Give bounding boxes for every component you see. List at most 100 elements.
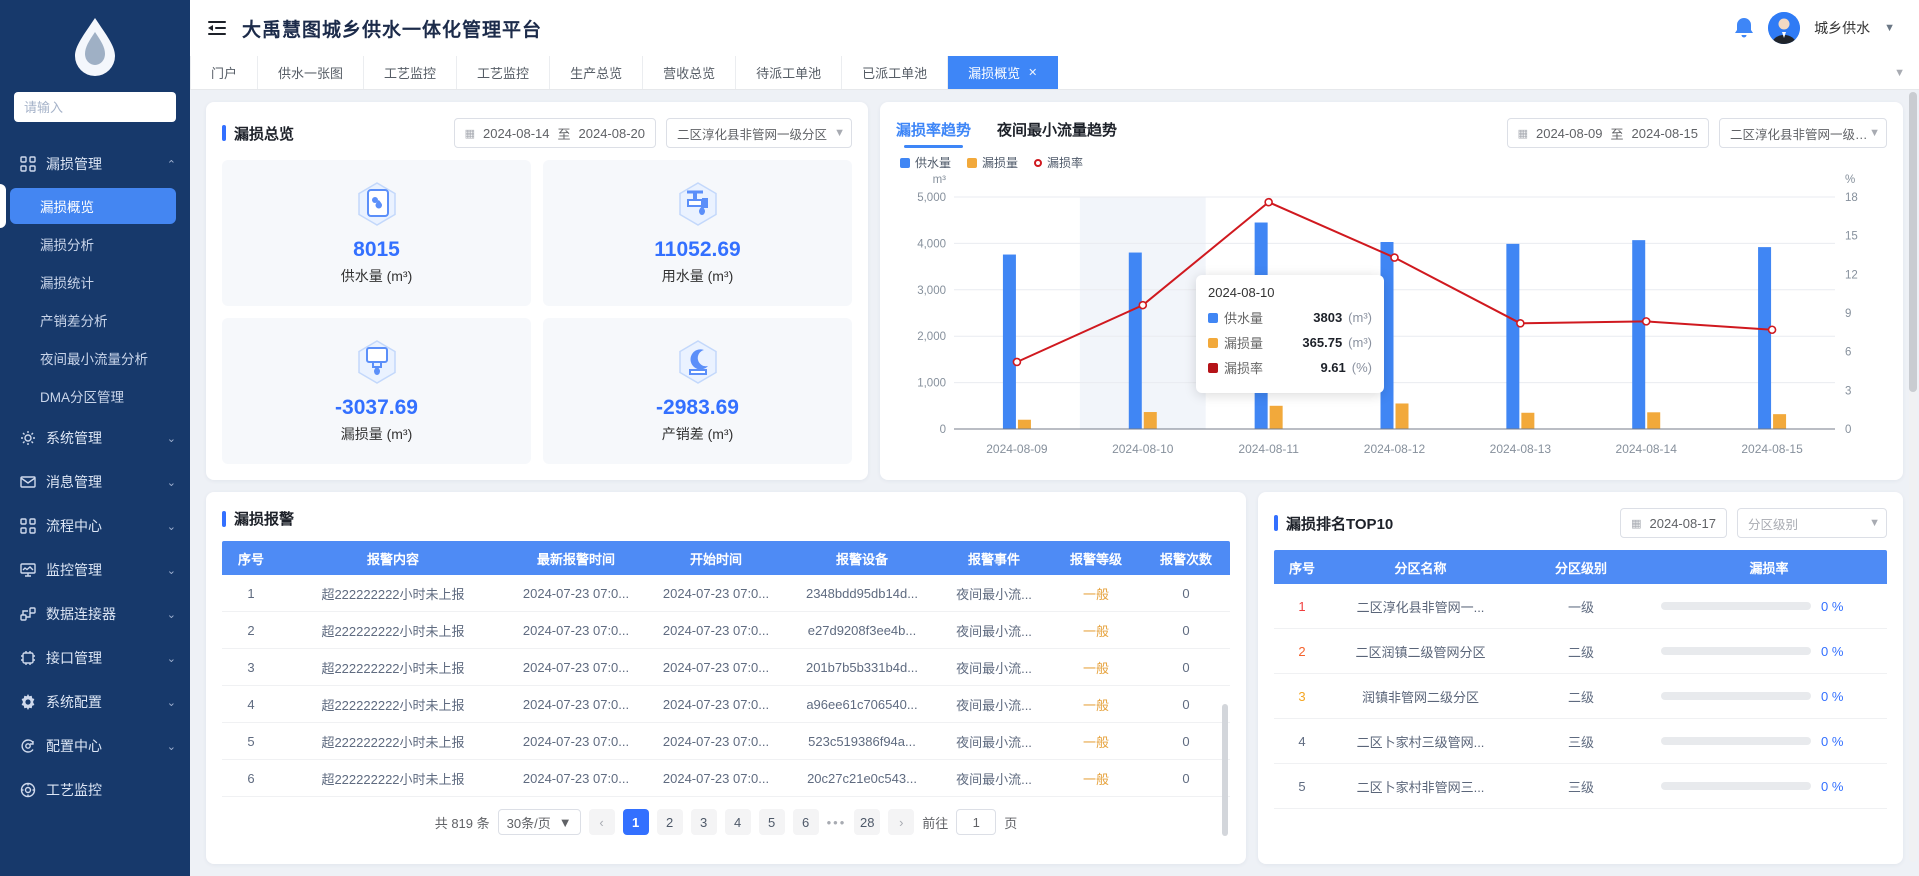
pagination-page-3[interactable]: 3 <box>691 809 717 835</box>
alarm-cell-device: a96ee61c706540... <box>786 697 938 712</box>
pagination-page-4[interactable]: 4 <box>725 809 751 835</box>
user-avatar[interactable] <box>1768 12 1800 44</box>
page-scrollbar[interactable] <box>1909 92 1917 862</box>
legend-item-漏损率[interactable]: 漏损率 <box>1034 154 1083 171</box>
alarm-cell-content: 超222222222小时未上报 <box>280 732 506 751</box>
rank-number: 2 <box>1274 644 1330 659</box>
sidebar-group-配置中心[interactable]: 配置中心⌄ <box>0 724 190 768</box>
svg-text:%: % <box>1845 174 1855 186</box>
sidebar-group-漏损管理[interactable]: 漏损管理⌃ <box>0 142 190 186</box>
sidebar-item-label: 漏损统计 <box>40 272 94 292</box>
chevron-down-icon: ⌄ <box>167 564 176 577</box>
user-menu-chevron-down-icon[interactable]: ▼ <box>1884 22 1895 34</box>
tab-供水一张图[interactable]: 供水一张图 <box>258 56 364 89</box>
user-name[interactable]: 城乡供水 <box>1814 18 1870 38</box>
tab-生产总览[interactable]: 生产总览 <box>550 56 643 89</box>
pagination-prev-button[interactable]: ‹ <box>589 809 615 835</box>
tab-营收总览[interactable]: 营收总览 <box>643 56 736 89</box>
sidebar-item-产销差分析[interactable]: 产销差分析 <box>10 302 176 338</box>
overview-region-select[interactable]: 二区淳化县非管网一级分区 ▼ <box>666 118 852 148</box>
alarm-table-row[interactable]: 6超222222222小时未上报2024-07-23 07:0...2024-0… <box>222 760 1230 797</box>
tab-工艺监控[interactable]: 工艺监控 <box>457 56 550 89</box>
sidebar-item-漏损概览[interactable]: 漏损概览 <box>10 188 176 224</box>
menu-fold-icon[interactable] <box>208 20 226 36</box>
sidebar-item-漏损分析[interactable]: 漏损分析 <box>10 226 176 262</box>
ranking-date-picker[interactable]: ▦ 2024-08-17 <box>1620 508 1727 538</box>
stat-value: 11052.69 <box>654 238 740 262</box>
svg-text:2024-08-10: 2024-08-10 <box>1112 442 1174 456</box>
leak-rate-value: 0 % <box>1821 644 1843 659</box>
ranking-table-row[interactable]: 1二区淳化县非管网一...一级0 % <box>1274 584 1887 629</box>
water-meter-icon <box>353 180 401 228</box>
table-scrollbar[interactable] <box>1222 704 1228 836</box>
sidebar-group-系统管理[interactable]: 系统管理⌄ <box>0 416 190 460</box>
tab-待派工单池[interactable]: 待派工单池 <box>736 56 842 89</box>
sidebar-item-夜间最小流量分析[interactable]: 夜间最小流量分析 <box>10 340 176 376</box>
alarm-cell-device: e27d9208f3ee4b... <box>786 623 938 638</box>
partition-name: 二区润镇二级管网分区 <box>1330 642 1511 661</box>
tab-工艺监控[interactable]: 工艺监控 <box>364 56 457 89</box>
alarm-table-row[interactable]: 5超222222222小时未上报2024-07-23 07:0...2024-0… <box>222 723 1230 760</box>
legend-item-供水量[interactable]: 供水量 <box>900 154 951 171</box>
ranking-table-row[interactable]: 2二区润镇二级管网分区二级0 % <box>1274 629 1887 674</box>
legend-item-漏损量[interactable]: 漏损量 <box>967 154 1018 171</box>
page-size-select[interactable]: 30条/页▼ <box>498 809 581 835</box>
alarm-cell-level: 一般 <box>1050 769 1142 788</box>
sidebar-group-工艺监控[interactable]: 工艺监控 <box>0 768 190 812</box>
pagination-page-6[interactable]: 6 <box>793 809 819 835</box>
pagination-next-button[interactable]: › <box>888 809 914 835</box>
tooltip-unit: (m³) <box>1348 310 1372 325</box>
date-start: 2024-08-14 <box>483 126 550 141</box>
tab-close-icon[interactable]: ✕ <box>1028 66 1037 79</box>
trend-tab-漏损率趋势[interactable]: 漏损率趋势 <box>896 119 971 148</box>
trend-date-range-picker[interactable]: ▦ 2024-08-09 至 2024-08-15 <box>1507 118 1709 148</box>
overview-date-range-picker[interactable]: ▦ 2024-08-14 至 2024-08-20 <box>454 118 656 148</box>
tooltip-unit: (m³) <box>1348 335 1372 350</box>
faucet-icon <box>674 180 722 228</box>
svg-text:5,000: 5,000 <box>917 192 946 204</box>
ranking-level-select[interactable]: 分区级别 ▼ <box>1737 508 1887 538</box>
tab-已派工单池[interactable]: 已派工单池 <box>842 56 948 89</box>
tab-门户[interactable]: 门户 <box>190 56 258 89</box>
alarm-table-row[interactable]: 1超222222222小时未上报2024-07-23 07:0...2024-0… <box>222 575 1230 612</box>
sidebar-group-流程中心[interactable]: 流程中心⌄ <box>0 504 190 548</box>
sidebar-item-DMA分区管理[interactable]: DMA分区管理 <box>10 378 176 414</box>
sidebar-group-数据连接器[interactable]: 数据连接器⌄ <box>0 592 190 636</box>
pagination-page-1[interactable]: 1 <box>623 809 649 835</box>
trend-region-select[interactable]: 二区淳化县非管网一级分区 ▼ <box>1719 118 1887 148</box>
tabbar-overflow-chevron-icon[interactable]: ▼ <box>1880 67 1919 79</box>
sidebar-search-input[interactable] <box>14 92 176 122</box>
trend-tab-夜间最小流量趋势[interactable]: 夜间最小流量趋势 <box>997 119 1117 148</box>
column-header-报警内容: 报警内容 <box>280 549 506 568</box>
alarm-table-row[interactable]: 4超222222222小时未上报2024-07-23 07:0...2024-0… <box>222 686 1230 723</box>
column-header-漏损率: 漏损率 <box>1651 558 1887 577</box>
alarm-cell-start: 2024-07-23 07:0... <box>646 771 786 786</box>
sidebar-item-漏损统计[interactable]: 漏损统计 <box>10 264 176 300</box>
process-icon <box>20 782 36 798</box>
alarm-cell-level: 一般 <box>1050 658 1142 677</box>
pagination-page-5[interactable]: 5 <box>759 809 785 835</box>
ranking-table-row[interactable]: 3润镇非管网二级分区二级0 % <box>1274 674 1887 719</box>
trend-chart[interactable]: 01,0002,0003,0004,0005,0000369121518m³%2… <box>896 171 1887 463</box>
leak-rate-bar <box>1661 782 1811 790</box>
pagination-page-2[interactable]: 2 <box>657 809 683 835</box>
sidebar-group-监控管理[interactable]: 监控管理⌄ <box>0 548 190 592</box>
tab-漏损概览[interactable]: 漏损概览✕ <box>948 56 1058 89</box>
notification-bell-icon[interactable] <box>1734 17 1754 39</box>
sidebar-group-系统配置[interactable]: 系统配置⌄ <box>0 680 190 724</box>
pagination-page-28[interactable]: 28 <box>854 809 880 835</box>
pagination-ellipsis[interactable]: ••• <box>827 815 847 830</box>
pagination-goto-input[interactable] <box>956 809 996 835</box>
partition-name: 二区卜家村三级管网... <box>1330 732 1511 751</box>
sidebar-group-消息管理[interactable]: 消息管理⌄ <box>0 460 190 504</box>
ranking-table-row[interactable]: 5二区卜家村非管网三...三级0 % <box>1274 764 1887 809</box>
alarm-table-row[interactable]: 3超222222222小时未上报2024-07-23 07:0...2024-0… <box>222 649 1230 686</box>
sidebar-group-接口管理[interactable]: 接口管理⌄ <box>0 636 190 680</box>
tooltip-series-name: 漏损率 <box>1224 358 1263 377</box>
column-header-报警设备: 报警设备 <box>786 549 938 568</box>
page-scrollbar-thumb[interactable] <box>1909 92 1917 392</box>
alarm-cell-latest: 2024-07-23 07:0... <box>506 734 646 749</box>
ranking-table-row[interactable]: 4二区卜家村三级管网...三级0 % <box>1274 719 1887 764</box>
alarm-cell-device: 523c519386f94a... <box>786 734 938 749</box>
alarm-table-row[interactable]: 2超222222222小时未上报2024-07-23 07:0...2024-0… <box>222 612 1230 649</box>
